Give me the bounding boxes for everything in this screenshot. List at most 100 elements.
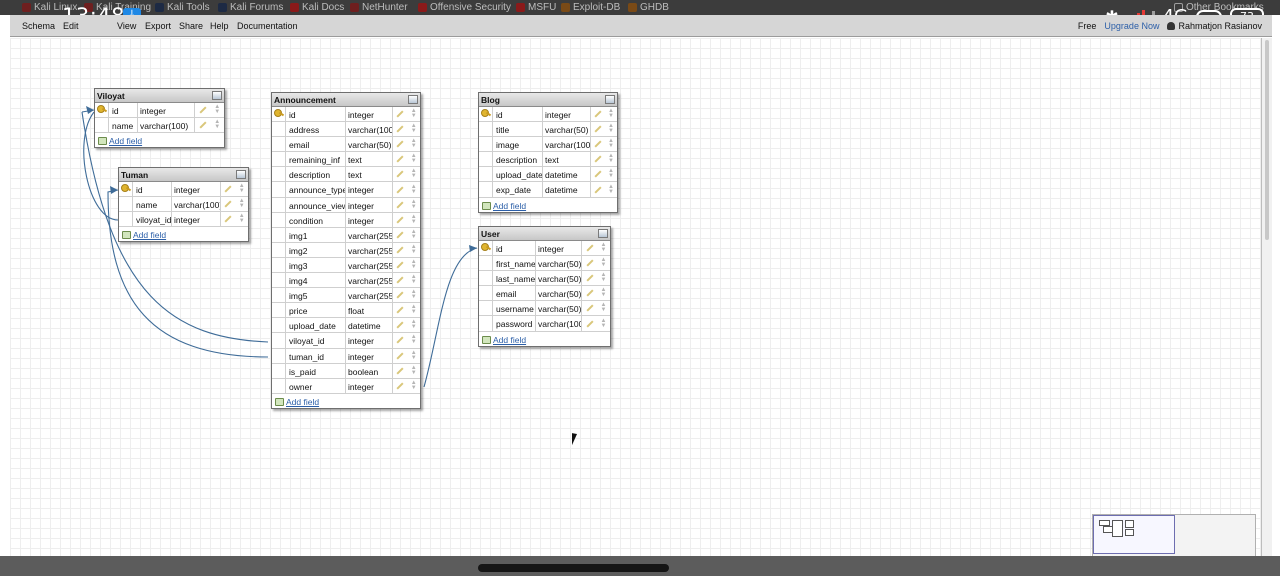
field-row[interactable]: is_paid boolean ▲ ▼ <box>272 363 420 379</box>
table-blog[interactable]: Blog id integer ▲ ▼ title varchar(50) ▲ ▼ image v… <box>478 92 618 213</box>
edit-field-icon[interactable] <box>224 200 232 208</box>
edit-field-icon[interactable] <box>396 185 404 194</box>
field-row[interactable]: first_name varchar(50) ▲ ▼ <box>479 256 610 272</box>
field-row[interactable]: price float ▲ ▼ <box>272 303 420 319</box>
reorder-icon[interactable]: ▲ ▼ <box>411 274 417 285</box>
menu-view[interactable]: View <box>117 21 136 31</box>
add-field-button[interactable]: Add field <box>119 227 248 241</box>
field-row[interactable]: viloyat_id integer ▲ ▼ <box>119 212 248 228</box>
field-row[interactable]: owner integer ▲ ▼ <box>272 378 420 394</box>
bookmark-nethunter[interactable]: NetHunter <box>350 2 408 13</box>
edit-field-icon[interactable] <box>224 185 232 193</box>
edit-field-icon[interactable] <box>594 155 602 163</box>
field-row[interactable]: id integer ▲ ▼ <box>95 103 224 119</box>
field-row[interactable]: username varchar(50) ▲ ▼ <box>479 301 610 317</box>
menu-schema[interactable]: Schema <box>22 21 55 31</box>
edit-field-icon[interactable] <box>594 185 602 194</box>
edit-field-icon[interactable] <box>594 110 602 118</box>
reorder-icon[interactable]: ▲ ▼ <box>608 168 614 179</box>
edit-field-icon[interactable] <box>396 261 404 269</box>
edit-field-icon[interactable] <box>396 231 404 239</box>
reorder-icon[interactable]: ▲ ▼ <box>411 123 417 134</box>
reorder-icon[interactable]: ▲ ▼ <box>411 229 417 240</box>
user-menu[interactable]: Rahmatjon Rasianov <box>1167 21 1262 31</box>
field-row[interactable]: description text ▲ ▼ <box>272 167 420 183</box>
table-header[interactable]: Announcement <box>272 93 420 107</box>
home-gesture-bar[interactable] <box>478 564 669 572</box>
reorder-icon[interactable]: ▲ ▼ <box>411 304 417 315</box>
field-row[interactable]: image varchar(100) ▲ ▼ <box>479 137 617 153</box>
field-row[interactable]: id integer ▲ ▼ <box>479 241 610 257</box>
reorder-icon[interactable]: ▲ ▼ <box>601 257 607 268</box>
reorder-icon[interactable]: ▲ ▼ <box>411 350 417 361</box>
edit-field-icon[interactable] <box>199 106 207 114</box>
add-field-button[interactable]: Add field <box>479 198 617 212</box>
reorder-icon[interactable]: ▲ ▼ <box>608 153 614 164</box>
reorder-icon[interactable]: ▲ ▼ <box>608 123 614 134</box>
field-row[interactable]: remaining_inf text ▲ ▼ <box>272 152 420 168</box>
edit-field-icon[interactable] <box>396 246 404 254</box>
reorder-icon[interactable]: ▲ ▼ <box>239 198 245 209</box>
add-field-button[interactable]: Add field <box>95 133 224 147</box>
table-announcement[interactable]: Announcement id integer ▲ ▼ address varchar(1… <box>271 92 421 409</box>
table-viloyat[interactable]: Viloyat id integer ▲ ▼ name varchar(100) … <box>94 88 225 149</box>
edit-field-icon[interactable] <box>396 276 404 284</box>
field-row[interactable]: announce_view integer ▲ ▼ <box>272 197 420 213</box>
reorder-icon[interactable]: ▲ ▼ <box>214 104 220 115</box>
edit-table-icon[interactable] <box>598 229 608 238</box>
edit-field-icon[interactable] <box>594 125 602 133</box>
edit-field-icon[interactable] <box>585 259 594 267</box>
table-header[interactable]: Blog <box>479 93 617 107</box>
field-row[interactable]: condition integer ▲ ▼ <box>272 212 420 228</box>
reorder-icon[interactable]: ▲ ▼ <box>411 259 417 270</box>
reorder-icon[interactable]: ▲ ▼ <box>411 365 417 376</box>
table-tuman[interactable]: Tuman id integer ▲ ▼ name varchar(100) ▲ ▼… <box>118 167 249 243</box>
edit-field-icon[interactable] <box>396 352 404 360</box>
edit-field-icon[interactable] <box>396 382 404 390</box>
reorder-icon[interactable]: ▲ ▼ <box>601 242 607 253</box>
reorder-icon[interactable]: ▲ ▼ <box>411 184 417 195</box>
edit-table-icon[interactable] <box>212 91 222 100</box>
field-row[interactable]: viloyat_id integer ▲ ▼ <box>272 333 420 349</box>
bookmark-kali-docs[interactable]: Kali Docs <box>290 2 344 13</box>
field-row[interactable]: upload_date datetime ▲ ▼ <box>479 167 617 183</box>
table-user[interactable]: User id integer ▲ ▼ first_name varchar(50) ▲ ▼ l… <box>478 226 611 347</box>
edit-table-icon[interactable] <box>605 95 615 104</box>
field-row[interactable]: password varchar(100) ▲ ▼ <box>479 316 610 332</box>
reorder-icon[interactable]: ▲ ▼ <box>601 302 607 313</box>
reorder-icon[interactable]: ▲ ▼ <box>601 272 607 283</box>
table-header[interactable]: Tuman <box>119 168 248 182</box>
reorder-icon[interactable]: ▲ ▼ <box>601 318 607 329</box>
field-row[interactable]: title varchar(50) ▲ ▼ <box>479 122 617 138</box>
bookmark-offensive-security[interactable]: Offensive Security <box>418 2 511 13</box>
edit-field-icon[interactable] <box>594 140 602 148</box>
reorder-icon[interactable]: ▲ ▼ <box>239 183 245 194</box>
menu-export[interactable]: Export <box>145 21 171 31</box>
field-row[interactable]: img1 varchar(255) ▲ ▼ <box>272 227 420 243</box>
bookmark-exploit-db[interactable]: Exploit-DB <box>561 2 620 13</box>
field-row[interactable]: img3 varchar(255) ▲ ▼ <box>272 257 420 274</box>
edit-table-icon[interactable] <box>408 95 418 104</box>
edit-field-icon[interactable] <box>396 110 404 118</box>
menu-help[interactable]: Help <box>210 21 229 31</box>
edit-field-icon[interactable] <box>396 216 404 224</box>
field-row[interactable]: email varchar(50) ▲ ▼ <box>272 137 420 153</box>
reorder-icon[interactable]: ▲ ▼ <box>411 289 417 300</box>
reorder-icon[interactable]: ▲ ▼ <box>411 153 417 164</box>
reorder-icon[interactable]: ▲ ▼ <box>411 380 417 391</box>
field-row[interactable]: name varchar(100) ▲ ▼ <box>95 118 224 134</box>
scrollbar-thumb[interactable] <box>1265 40 1269 240</box>
reorder-icon[interactable]: ▲ ▼ <box>608 108 614 119</box>
edit-field-icon[interactable] <box>396 367 404 375</box>
menu-share[interactable]: Share <box>179 21 203 31</box>
reorder-icon[interactable]: ▲ ▼ <box>411 214 417 225</box>
bookmark-kali-tools[interactable]: Kali Tools <box>155 2 210 13</box>
bookmark-ghdb[interactable]: GHDB <box>628 2 669 13</box>
reorder-icon[interactable]: ▲ ▼ <box>411 138 417 149</box>
edit-field-icon[interactable] <box>396 321 404 329</box>
upgrade-link[interactable]: Upgrade Now <box>1104 21 1159 31</box>
field-row[interactable]: img5 varchar(255) ▲ ▼ <box>272 288 420 304</box>
edit-field-icon[interactable] <box>199 121 207 129</box>
table-header[interactable]: Viloyat <box>95 89 224 103</box>
field-row[interactable]: address varchar(100) ▲ ▼ <box>272 122 420 138</box>
